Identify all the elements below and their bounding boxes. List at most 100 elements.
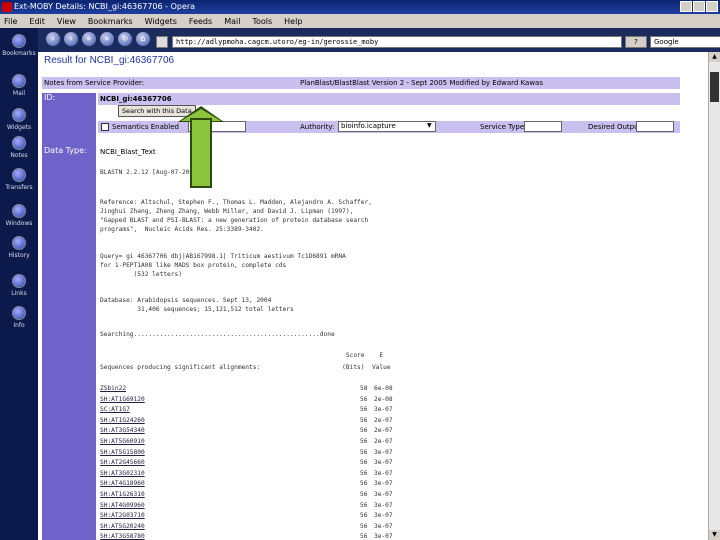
menu-mail[interactable]: Mail [224, 17, 240, 26]
sidebar-item-mail[interactable]: Mail [0, 74, 38, 97]
arrow-shaft [190, 118, 212, 188]
alignment-score: 56 [360, 480, 368, 488]
sidebar-item-widgets[interactable]: Widgets [0, 108, 38, 131]
reload-icon[interactable]: ↻ [118, 32, 132, 46]
alignment-score: 56 [360, 395, 368, 403]
authority-label: Authority: [300, 123, 335, 131]
alignment-score: 56 [360, 459, 368, 467]
notes-row: Notes from Service Provider: PlanBlast/B… [42, 77, 680, 89]
alignment-score: 56 [360, 469, 368, 477]
alignment-name[interactable]: SH:AT1G24260 [100, 416, 145, 425]
alignment-name[interactable]: SC:AT1G7 [100, 405, 130, 414]
alignment-name[interactable]: SH:AT4G09960 [100, 501, 145, 510]
sidebar-item-history[interactable]: History [0, 236, 38, 259]
desired-output-field[interactable] [636, 121, 674, 132]
maximize-button[interactable] [693, 1, 705, 12]
menu-tools[interactable]: Tools [252, 17, 272, 26]
address-bar[interactable]: http://adlypmoha.cagcm.utoro/eg-in/geros… [172, 36, 622, 48]
blast-header: BLASTN 2.2.12 [Aug-07-2005] [100, 169, 201, 176]
alignment-score: 56 [360, 416, 368, 424]
menu-bookmarks[interactable]: Bookmarks [88, 17, 133, 26]
alignment-name[interactable]: SH:AT2G45660 [100, 458, 145, 467]
alignment-name[interactable]: SH:AT4G18960 [100, 479, 145, 488]
alignment-name[interactable]: SH:AT2G03710 [100, 511, 145, 520]
transfers-icon [12, 168, 26, 182]
menu-file[interactable]: File [4, 17, 17, 26]
sidebar-item-windows[interactable]: Windows [0, 204, 38, 227]
alignment-score: 58 [360, 385, 368, 392]
opera-icon [2, 2, 12, 12]
sidebar-item-transfers[interactable]: Transfers [0, 168, 38, 191]
alignment-name[interactable]: SH:AT1G69120 [100, 395, 145, 404]
blast-reference: Reference: Altschul, Stephen F., Thomas … [100, 199, 372, 233]
alignment-evalue: 3e-07 [374, 448, 393, 456]
sidebar-item-info[interactable]: Info [0, 306, 38, 329]
panel-sidebar: Bookmarks Mail Widgets Notes Transfers W… [0, 28, 38, 540]
alignment-evalue: 3e-07 [374, 501, 393, 509]
alignment-name[interactable]: SH:AT3G54340 [100, 426, 145, 435]
alignment-evalue: 2e-08 [374, 395, 393, 403]
scroll-up-icon[interactable]: ▲ [709, 52, 720, 62]
alignment-score: 56 [360, 438, 368, 445]
menu-feeds[interactable]: Feeds [189, 17, 212, 26]
close-button[interactable] [706, 1, 718, 12]
semantics-label: Semantics Enabled [112, 123, 179, 131]
alignment-name[interactable]: SH:AT5G15800 [100, 448, 145, 457]
alignment-score: 56 [360, 501, 368, 509]
mail-icon [12, 74, 26, 88]
alignment-evalue: 3e-07 [374, 480, 393, 488]
alignment-evalue: 3e-07 [374, 459, 393, 467]
menu-widgets[interactable]: Widgets [145, 17, 177, 26]
alignment-name[interactable]: SH:AT3G02310 [100, 469, 145, 478]
search-input[interactable]: Google [650, 36, 720, 48]
scroll-down-icon[interactable]: ▼ [709, 530, 720, 540]
alignment-score: 56 [360, 512, 368, 520]
alignment-name[interactable]: SH:AT5G60910 [100, 437, 145, 446]
menu-help[interactable]: Help [284, 17, 302, 26]
alignment-evalue: 2e-07 [374, 416, 393, 424]
semantics-checkbox[interactable] [101, 123, 109, 131]
sidebar-item-notes[interactable]: Notes [0, 136, 38, 159]
alignment-evalue: 6e-08 [374, 385, 393, 392]
info-icon [12, 306, 26, 320]
blast-database: Database: Arabidopsis sequences. Sept 13… [100, 297, 294, 313]
notes-text: PlanBlast/BlastBlast Version 2 - Sept 20… [300, 79, 543, 87]
bookmarks-icon [12, 34, 26, 48]
alignment-evalue: 3e-07 [374, 533, 393, 540]
alignment-score: 56 [360, 448, 368, 456]
service-type-label: Service Type: [480, 123, 527, 131]
alignment-name[interactable]: ZSbin22 [100, 384, 126, 393]
home-icon[interactable]: ⌂ [136, 32, 150, 46]
page-icon [156, 36, 168, 48]
fast-forward-icon[interactable]: » [100, 32, 114, 46]
minimize-button[interactable] [680, 1, 692, 12]
datatype-value: NCBI_Blast_Text [100, 148, 156, 156]
alignment-score: 56 [360, 427, 368, 435]
alignment-name[interactable]: SH:AT3G58780 [100, 532, 145, 540]
menu-bar: File Edit View Bookmarks Widgets Feeds M… [0, 14, 720, 28]
authority-select[interactable]: bioinfo.icapture [338, 121, 436, 132]
menu-view[interactable]: View [57, 17, 76, 26]
alignment-name[interactable]: SH:AT5G20240 [100, 522, 145, 531]
sidebar-item-links[interactable]: Links [0, 274, 38, 297]
authority-chevron-down-icon: ▼ [427, 122, 432, 129]
alignment-evalue: 3e-07 [374, 512, 393, 520]
vertical-scrollbar[interactable]: ▲ ▼ [708, 52, 720, 540]
scroll-thumb[interactable] [710, 72, 719, 102]
rewind-icon[interactable]: « [82, 32, 96, 46]
alignment-score: 56 [360, 522, 368, 530]
id-value: NCBI_gi:46367706 [100, 95, 172, 103]
go-button[interactable]: ? [625, 36, 647, 48]
service-type-field[interactable] [524, 121, 562, 132]
alignment-name[interactable]: SH:AT1G26310 [100, 490, 145, 499]
menu-edit[interactable]: Edit [29, 17, 45, 26]
sidebar-item-bookmarks[interactable]: Bookmarks [0, 34, 38, 57]
alignment-score: 56 [360, 491, 368, 498]
alignment-evalue: 3e-07 [374, 469, 393, 477]
blast-searching: Searching...............................… [100, 331, 335, 338]
id-bar [98, 93, 680, 105]
forward-icon[interactable]: › [64, 32, 78, 46]
datatype-label: Data Type: [42, 146, 96, 158]
back-icon[interactable]: ‹ [46, 32, 60, 46]
page-title: Result for NCBI_gi:46367706 [44, 55, 175, 66]
